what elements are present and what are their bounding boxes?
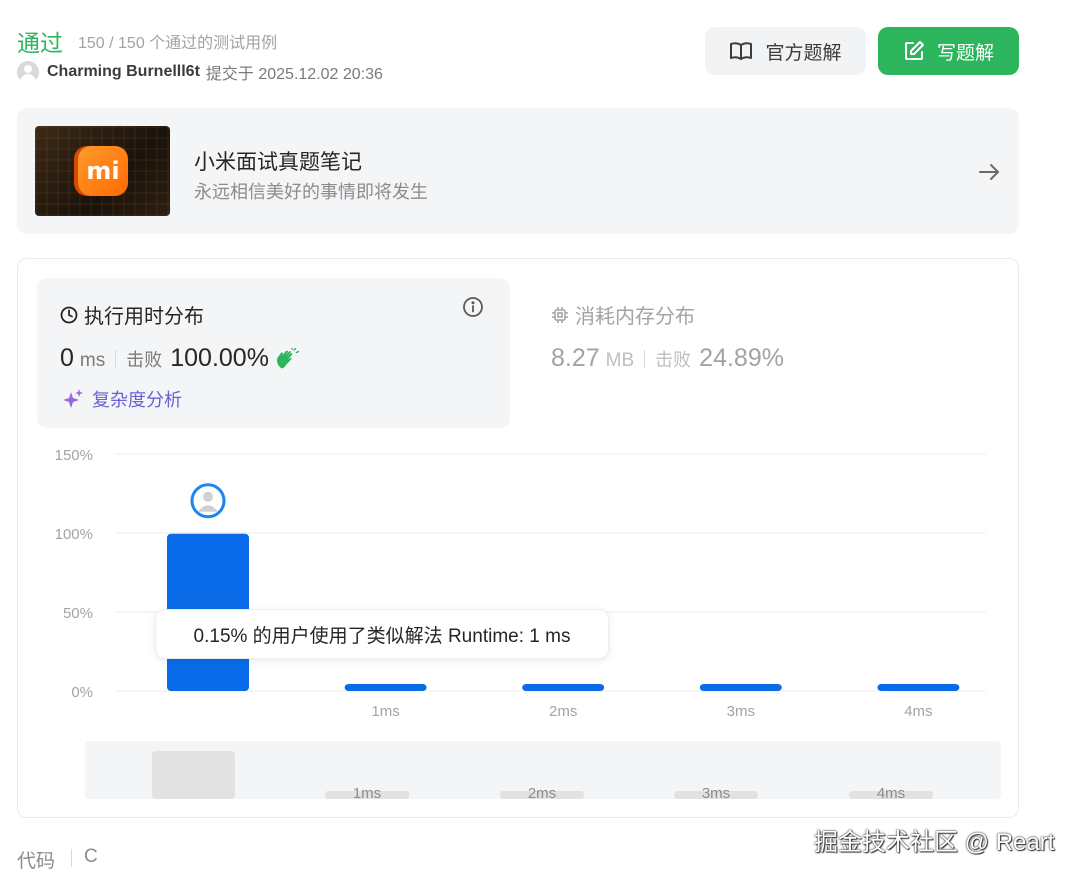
chart-bar[interactable] bbox=[522, 684, 605, 691]
chart-tooltip: 0.15% 的用户使用了类似解法 Runtime: 1 ms bbox=[155, 609, 609, 659]
y-tick-label: 50% bbox=[63, 605, 93, 622]
avatar-head bbox=[203, 491, 213, 502]
promo-banner[interactable]: mi 小米面试真题笔记 永远相信美好的事情即将发生 bbox=[17, 108, 1019, 234]
official-solution-label: 官方题解 bbox=[765, 42, 842, 64]
xiaomi-logo: mi bbox=[78, 146, 128, 196]
submitted-at: 提交于 2025.12.02 20:36 bbox=[205, 66, 383, 83]
y-tick-label: 100% bbox=[55, 526, 93, 543]
code-label: 代码 bbox=[17, 851, 56, 872]
write-solution-label: 写题解 bbox=[936, 42, 994, 64]
official-solution-button[interactable]: 官方题解 bbox=[705, 27, 866, 75]
divider bbox=[71, 849, 72, 867]
x-tick-label: 4ms bbox=[904, 703, 932, 720]
x-tick-label: 1ms bbox=[371, 703, 399, 720]
x-tick-label: 2ms bbox=[549, 703, 577, 720]
submitter-name[interactable]: Charming Burnelll6t bbox=[47, 63, 200, 81]
banner-title: 小米面试真题笔记 bbox=[194, 151, 362, 174]
y-tick-label: 150% bbox=[55, 447, 93, 464]
chart-bar[interactable] bbox=[699, 684, 782, 691]
overview-tick-label: 2ms bbox=[528, 785, 556, 802]
watermark: 掘金技术社区 @ Reart bbox=[814, 829, 1055, 856]
avatar[interactable] bbox=[17, 61, 39, 83]
overview-tick-label: 4ms bbox=[877, 785, 905, 802]
banner-subtitle: 永远相信美好的事情即将发生 bbox=[194, 182, 428, 202]
chart-bar[interactable] bbox=[344, 684, 427, 691]
write-solution-button[interactable]: 写题解 bbox=[878, 27, 1019, 75]
submitter-info: Charming Burnelll6t 提交于 2025.12.02 20:36 bbox=[17, 60, 383, 84]
banner-image: mi bbox=[35, 126, 170, 216]
arrow-right-icon[interactable] bbox=[977, 160, 1001, 184]
chart-bar[interactable] bbox=[877, 684, 960, 691]
overview-selected-bar[interactable] bbox=[152, 751, 235, 799]
edit-icon bbox=[904, 41, 924, 60]
book-icon bbox=[730, 42, 753, 60]
pass-count: 150 / 150 个通过的测试用例 bbox=[78, 35, 278, 52]
overview-tick-label: 1ms bbox=[353, 785, 381, 802]
result-card: 执行用时分布 0 ms 击败 100.00% 复杂度分析 消耗内存分布 8.27… bbox=[17, 258, 1019, 818]
status-title: 通过 bbox=[17, 30, 63, 56]
y-tick-label: 0% bbox=[71, 684, 93, 701]
x-tick-label: 3ms bbox=[727, 703, 755, 720]
code-language[interactable]: C bbox=[84, 846, 98, 868]
runtime-distribution-chart[interactable]: 0% 50% 100% 150% 1ms 2ms 3ms 4ms 1ms 2ms 3ms 4ms bbox=[18, 259, 1018, 817]
overview-tick-label: 3ms bbox=[702, 785, 730, 802]
